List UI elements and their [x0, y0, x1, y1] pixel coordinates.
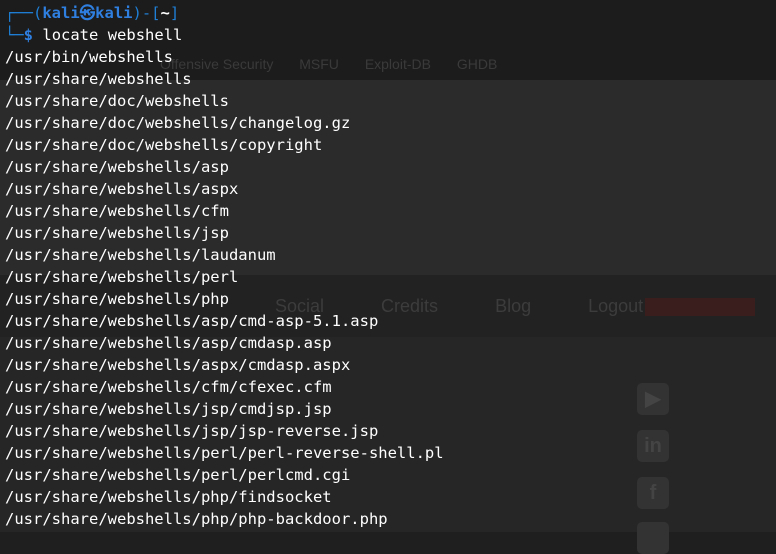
- output-line: /usr/bin/webshells: [5, 48, 173, 66]
- output-line: /usr/share/webshells/laudanum: [5, 246, 276, 264]
- prompt-symbol: $: [23, 26, 34, 44]
- output-line: /usr/share/webshells/cfm: [5, 202, 229, 220]
- output-line: /usr/share/webshells/asp: [5, 158, 229, 176]
- output-line: /usr/share/webshells/cfm/cfexec.cfm: [5, 378, 332, 396]
- output-line: /usr/share/webshells/perl/perlcmd.cgi: [5, 466, 351, 484]
- output-line: /usr/share/webshells/perl: [5, 268, 239, 286]
- terminal-window[interactable]: ┌──(kali㉿kali)-[~] └─$ locate webshell /…: [0, 0, 776, 532]
- command-line[interactable]: └─$ locate webshell: [5, 24, 776, 46]
- output-line: /usr/share/webshells/php/php-backdoor.ph…: [5, 510, 388, 528]
- output-line: /usr/share/webshells/jsp/cmdjsp.jsp: [5, 400, 332, 418]
- prompt-line: ┌──(kali㉿kali)-[~]: [5, 2, 776, 24]
- command-program: locate: [42, 26, 99, 44]
- prompt-host: kali: [95, 4, 133, 22]
- output-line: /usr/share/doc/webshells/changelog.gz: [5, 114, 351, 132]
- output-line: /usr/share/webshells/php: [5, 290, 229, 308]
- prompt-separator-icon: ㉿: [79, 4, 96, 22]
- output-line: /usr/share/webshells/aspx/cmdasp.aspx: [5, 356, 351, 374]
- output-line: /usr/share/doc/webshells: [5, 92, 229, 110]
- prompt-frame-end: ]: [169, 4, 180, 22]
- output-line: /usr/share/webshells/php/findsocket: [5, 488, 332, 506]
- prompt-frame-bottom: └─: [5, 26, 24, 44]
- prompt-user: kali: [42, 4, 80, 22]
- output-line: /usr/share/webshells: [5, 70, 192, 88]
- output-line: /usr/share/webshells/jsp: [5, 224, 229, 242]
- output-line: /usr/share/webshells/asp/cmdasp.asp: [5, 334, 332, 352]
- prompt-frame-mid: )-[: [132, 4, 161, 22]
- prompt-frame-top: ┌──(: [5, 4, 43, 22]
- output-line: /usr/share/webshells/jsp/jsp-reverse.jsp: [5, 422, 379, 440]
- output-line: /usr/share/webshells/asp/cmd-asp-5.1.asp: [5, 312, 379, 330]
- command-output: /usr/bin/webshells /usr/share/webshells …: [5, 46, 776, 530]
- output-line: /usr/share/webshells/perl/perl-reverse-s…: [5, 444, 444, 462]
- output-line: /usr/share/doc/webshells/copyright: [5, 136, 323, 154]
- prompt-cwd: ~: [160, 4, 170, 22]
- output-line: /usr/share/webshells/aspx: [5, 180, 239, 198]
- command-argument: webshell: [107, 26, 183, 44]
